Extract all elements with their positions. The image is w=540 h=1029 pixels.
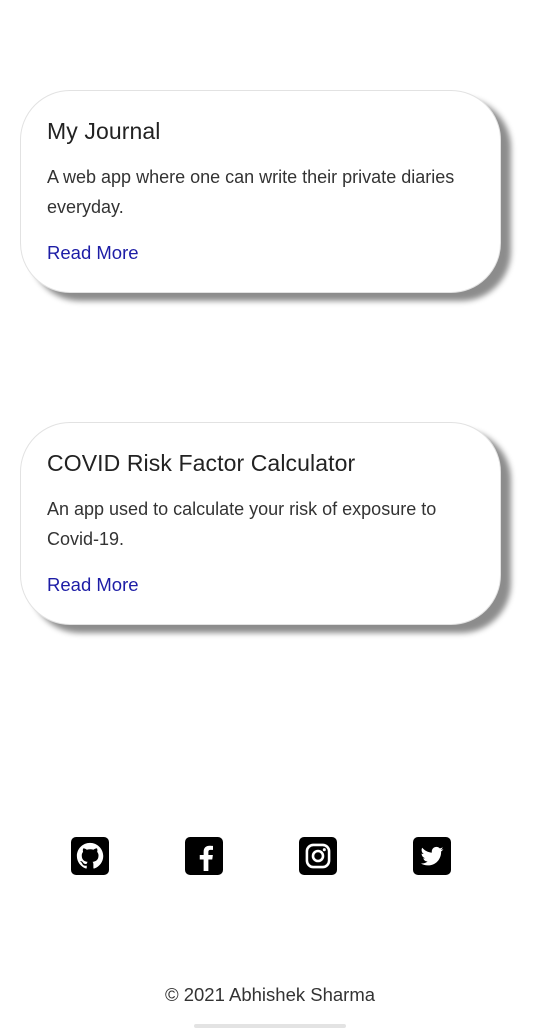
- project-title: COVID Risk Factor Calculator: [47, 450, 356, 476]
- project-title: My Journal: [47, 118, 161, 144]
- project-description: A web app where one can write their priv…: [47, 167, 455, 217]
- project-card-my-journal: My Journal A web app where one can write…: [20, 90, 501, 293]
- read-more-link[interactable]: Read More: [47, 241, 139, 265]
- footer-copyright: © 2021 Abhishek Sharma: [164, 984, 376, 1005]
- project-card-covid-calculator: COVID Risk Factor Calculator An app used…: [20, 422, 501, 625]
- github-icon[interactable]: [71, 837, 109, 875]
- instagram-icon[interactable]: [299, 837, 337, 875]
- twitter-icon[interactable]: [413, 837, 451, 875]
- page: My Journal A web app where one can write…: [0, 0, 540, 1029]
- facebook-icon[interactable]: [185, 837, 223, 875]
- home-indicator[interactable]: [194, 1024, 346, 1028]
- social-links: [0, 837, 540, 875]
- project-description: An app used to calculate your risk of ex…: [47, 499, 437, 549]
- read-more-link[interactable]: Read More: [47, 573, 139, 597]
